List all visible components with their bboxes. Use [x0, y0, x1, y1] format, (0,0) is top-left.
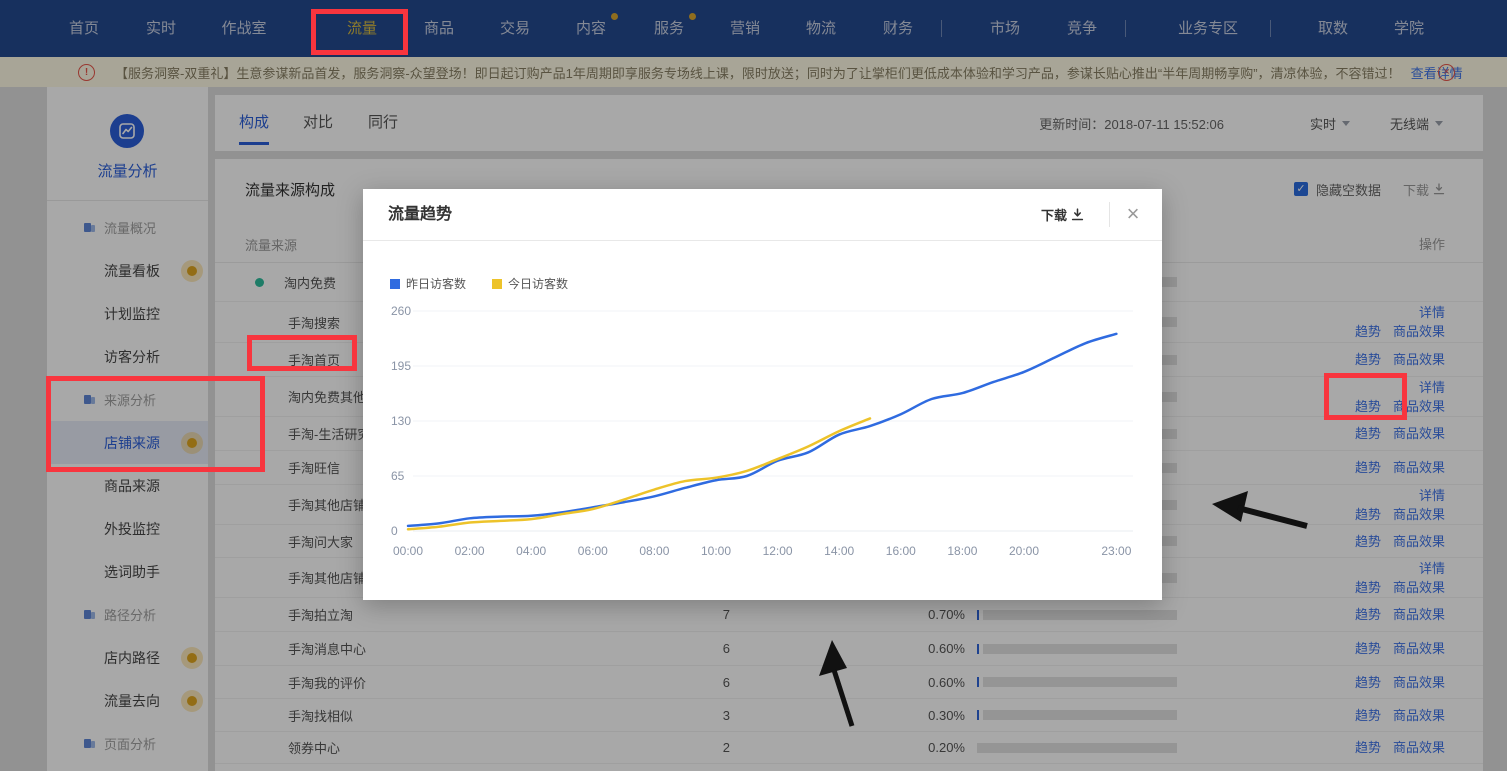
legend-item: 昨日访客数	[390, 275, 466, 292]
svg-text:08:00: 08:00	[639, 544, 669, 558]
download-label: 下载	[1041, 205, 1067, 224]
page: 首页实时作战室流量商品交易内容服务营销物流财务市场竞争业务专区取数学院 ! 【服…	[0, 0, 1507, 771]
svg-text:195: 195	[391, 359, 411, 373]
modal-close-icon[interactable]: ×	[1118, 199, 1148, 229]
svg-text:10:00: 10:00	[701, 544, 731, 558]
modal-download-button[interactable]: 下载	[1041, 189, 1084, 240]
modal-title: 流量趋势	[388, 189, 452, 240]
svg-text:06:00: 06:00	[578, 544, 608, 558]
svg-text:02:00: 02:00	[455, 544, 485, 558]
svg-text:23:00: 23:00	[1101, 544, 1131, 558]
svg-text:04:00: 04:00	[516, 544, 546, 558]
svg-text:260: 260	[391, 304, 411, 318]
legend-swatch	[390, 279, 400, 289]
traffic-trend-modal: 流量趋势 下载 × 昨日访客数 今日访客数 0 65 130 195 260 00:00 02…	[363, 189, 1162, 600]
line-series-今日访客数	[408, 418, 870, 529]
chart-legend: 昨日访客数 今日访客数	[390, 275, 594, 292]
header-divider	[1109, 202, 1110, 227]
svg-text:12:00: 12:00	[763, 544, 793, 558]
line-series-昨日访客数	[408, 334, 1116, 526]
legend-label: 昨日访客数	[406, 275, 466, 292]
svg-text:0: 0	[391, 524, 398, 538]
svg-text:65: 65	[391, 469, 405, 483]
trend-line-chart: 0 65 130 195 260 00:00 02:00 04:00 06:00 08:00 10:…	[388, 297, 1148, 577]
modal-header: 流量趋势 下载 ×	[363, 189, 1162, 241]
svg-text:16:00: 16:00	[886, 544, 916, 558]
legend-label: 今日访客数	[508, 275, 568, 292]
svg-text:20:00: 20:00	[1009, 544, 1039, 558]
svg-text:18:00: 18:00	[947, 544, 977, 558]
svg-text:14:00: 14:00	[824, 544, 854, 558]
download-icon	[1071, 208, 1084, 221]
svg-text:130: 130	[391, 414, 411, 428]
legend-item: 今日访客数	[492, 275, 568, 292]
svg-text:00:00: 00:00	[393, 544, 423, 558]
legend-swatch	[492, 279, 502, 289]
